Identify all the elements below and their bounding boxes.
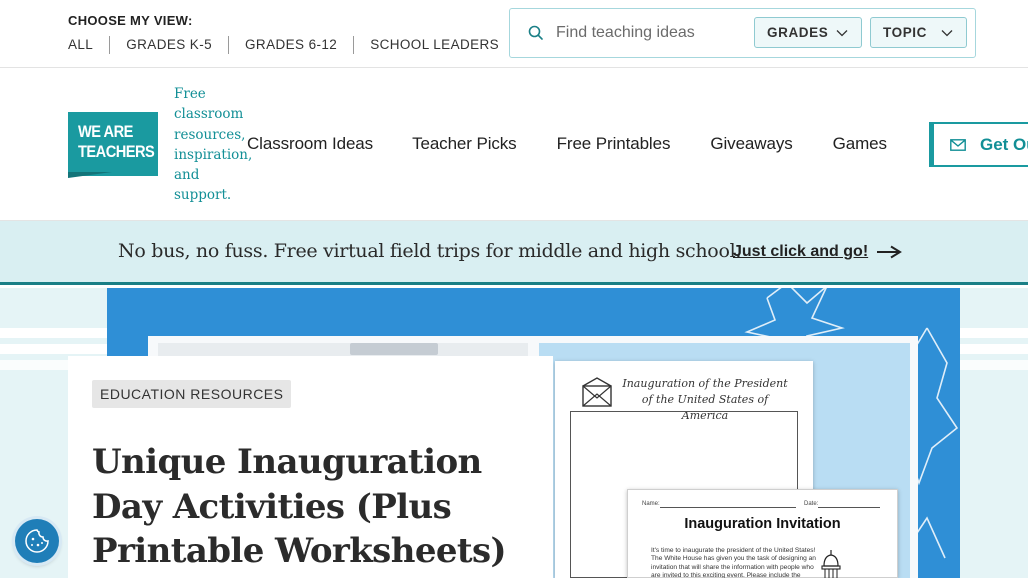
promo-banner: No bus, no fuss. Free virtual field trip… bbox=[0, 221, 1028, 285]
view-link-grades-6-12[interactable]: GRADES 6-12 bbox=[228, 36, 353, 54]
worksheet-2-body: It's time to inaugurate the president of… bbox=[651, 547, 816, 578]
view-link-all[interactable]: ALL bbox=[68, 36, 109, 54]
main-nav: Classroom Ideas Teacher Picks Free Print… bbox=[247, 134, 927, 154]
view-selector: ALL GRADES K-5 GRADES 6-12 SCHOOL LEADER… bbox=[68, 36, 515, 54]
topic-dropdown-label: TOPIC bbox=[883, 25, 928, 40]
worksheet-2-name-label: Name: bbox=[642, 501, 660, 507]
worksheet-2-name-line bbox=[660, 507, 796, 508]
promo-link-label: Just click and go! bbox=[733, 243, 869, 260]
site-header: WE ARE TEACHERS Free classroom resources… bbox=[0, 68, 1028, 221]
promo-text: No bus, no fuss. Free virtual field trip… bbox=[118, 240, 742, 262]
nav-item-free-printables[interactable]: Free Printables bbox=[557, 134, 671, 154]
envelope-icon bbox=[582, 377, 612, 407]
top-utility-bar: CHOOSE MY VIEW: ALL GRADES K-5 GRADES 6-… bbox=[0, 0, 1028, 68]
category-badge[interactable]: EDUCATION RESOURCES bbox=[92, 380, 292, 408]
topic-dropdown[interactable]: TOPIC bbox=[870, 17, 967, 48]
view-selector-label: CHOOSE MY VIEW: bbox=[68, 13, 193, 28]
nav-item-teacher-picks[interactable]: Teacher Picks bbox=[412, 134, 517, 154]
worksheet-2-date-line bbox=[818, 507, 880, 508]
view-link-school-leaders[interactable]: SCHOOL LEADERS bbox=[353, 36, 515, 54]
arrow-right-icon bbox=[877, 245, 903, 259]
promo-link[interactable]: Just click and go! bbox=[733, 243, 903, 261]
chevron-down-icon bbox=[941, 30, 953, 37]
capitol-dome-photo bbox=[350, 343, 438, 355]
search-icon[interactable] bbox=[527, 24, 545, 42]
worksheet-2-date-label: Date: bbox=[804, 501, 819, 507]
worksheet-2-fields: Name: Date: bbox=[642, 501, 818, 507]
article-headline: Unique Inauguration Day Activities (Plus… bbox=[92, 442, 507, 571]
capitol-icon bbox=[821, 550, 841, 578]
nav-item-giveaways[interactable]: Giveaways bbox=[710, 134, 792, 154]
nav-item-classroom-ideas[interactable]: Classroom Ideas bbox=[247, 134, 373, 154]
mail-icon bbox=[950, 138, 966, 151]
chevron-down-icon bbox=[836, 30, 848, 37]
grades-dropdown[interactable]: GRADES bbox=[754, 17, 862, 48]
cookie-settings-button[interactable] bbox=[15, 519, 59, 563]
site-logo[interactable]: WE ARE TEACHERS bbox=[68, 112, 158, 176]
worksheet-2-title: Inauguration Invitation bbox=[684, 516, 841, 532]
logo-text: WE ARE TEACHERS bbox=[78, 122, 155, 161]
search-input[interactable] bbox=[556, 19, 752, 47]
logo-tail bbox=[68, 172, 112, 178]
site-tagline: Free classroom resources, inspiration, a… bbox=[174, 86, 253, 204]
grades-dropdown-label: GRADES bbox=[767, 25, 829, 40]
nav-item-games[interactable]: Games bbox=[833, 134, 887, 154]
newsletter-cta-label: Get Our bbox=[980, 134, 1028, 154]
cookie-icon bbox=[25, 529, 49, 553]
newsletter-cta-button[interactable]: Get Our bbox=[929, 122, 1028, 167]
article-card: EDUCATION RESOURCES Unique Inauguration … bbox=[68, 356, 553, 578]
search-bar: GRADES TOPIC bbox=[509, 8, 976, 58]
view-link-grades-k-5[interactable]: GRADES K-5 bbox=[109, 36, 228, 54]
